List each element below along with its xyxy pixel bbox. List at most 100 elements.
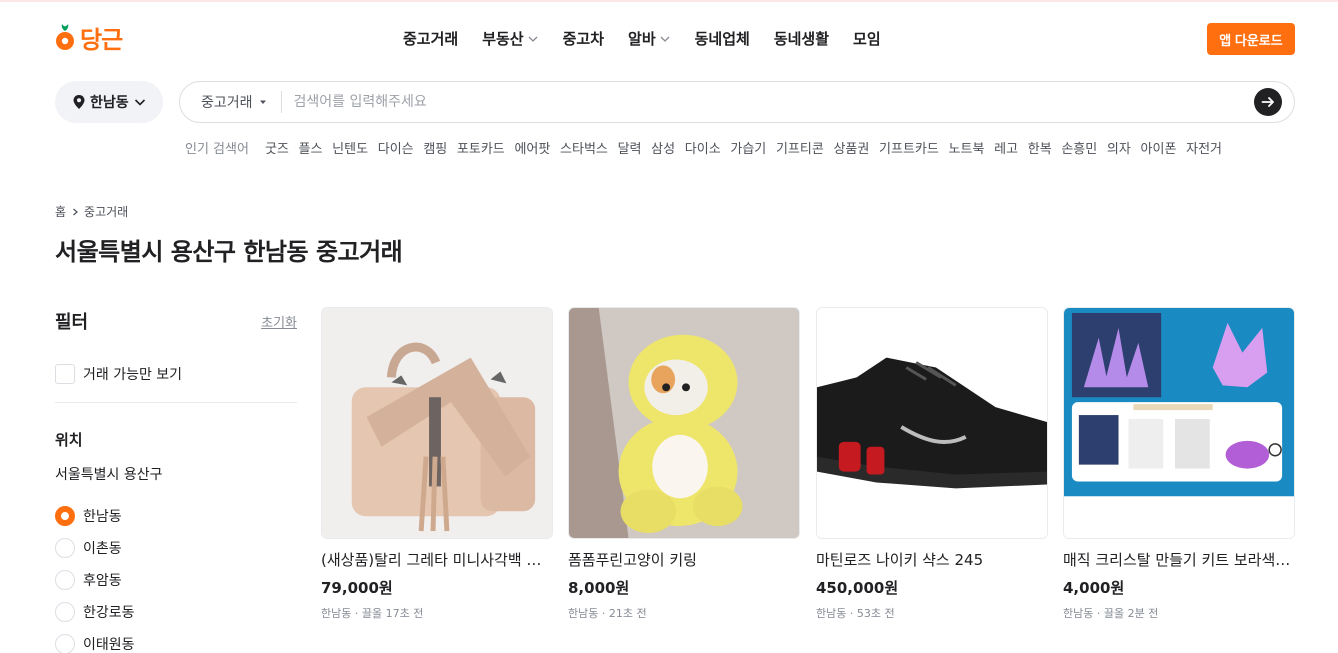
breadcrumb: 홈 중고거래 (55, 203, 128, 220)
product-title[interactable]: 마틴로즈 나이키 샥스 245 (816, 549, 1048, 570)
carrot-logo-icon (56, 23, 74, 50)
popular-keywords: 인기 검색어 굿즈 플스 닌텐도 다이슨 캠핑 포토카드 에어팟 스타벅스 달력… (185, 138, 1232, 157)
neighborhood-label: 한남동 (83, 509, 122, 525)
breadcrumb-home[interactable]: 홈 (55, 203, 66, 220)
breadcrumb-current[interactable]: 중고거래 (84, 203, 128, 220)
product-meta: 한남동 · 끌올 17초 전 (321, 607, 424, 620)
radio[interactable] (55, 538, 75, 558)
brand-logo[interactable]: 당근 (54, 20, 123, 55)
location-pin-icon (73, 95, 85, 109)
popular-keyword[interactable]: 자전거 (1186, 138, 1222, 157)
product-image[interactable] (816, 307, 1048, 539)
caret-down-icon (259, 100, 266, 104)
popular-keyword[interactable]: 다이슨 (378, 138, 414, 157)
handbag-image (322, 308, 552, 538)
search-category-select[interactable]: 중고거래 (180, 91, 282, 113)
available-only-checkbox[interactable] (55, 364, 75, 384)
nav-item-used-car[interactable]: 중고차 (563, 28, 604, 49)
neighborhood-label: 이촌동 (83, 541, 122, 557)
popular-keyword[interactable]: 캠핑 (423, 138, 447, 157)
divider (55, 402, 297, 403)
neighborhood-label: 이태원동 (83, 637, 135, 653)
radio-selected[interactable] (55, 506, 75, 526)
popular-keyword[interactable]: 포토카드 (457, 138, 505, 157)
search-bar: 중고거래 (179, 81, 1295, 123)
product-meta: 한남동 · 21초 전 (568, 607, 647, 620)
popular-keyword[interactable]: 손흥민 (1061, 138, 1097, 157)
popular-keyword[interactable]: 스타벅스 (560, 138, 608, 157)
product-image[interactable] (568, 307, 800, 539)
neighborhood-option[interactable]: 이태원동 (55, 628, 297, 653)
arrow-right-icon (1261, 97, 1274, 107)
product-card[interactable]: 폼폼푸린고양이 키링 8,000원 한남동 · 21초 전 (568, 307, 800, 621)
nav-label: 동네업체 (694, 30, 750, 48)
product-price: 8,000원 (568, 579, 630, 597)
nav-label: 중고거래 (403, 30, 459, 48)
nav-item-local-business[interactable]: 동네업체 (695, 28, 750, 49)
brand-name: 당근 (80, 26, 123, 54)
nav-item-used-trade[interactable]: 중고거래 (403, 28, 458, 49)
radio[interactable] (55, 634, 75, 653)
district-label: 서울특별시 용산구 (55, 467, 163, 483)
popular-keyword[interactable]: 플스 (299, 138, 323, 157)
product-price: 4,000원 (1063, 579, 1125, 597)
page-title: 서울특별시 용산구 한남동 중고거래 (55, 238, 403, 266)
popular-keyword[interactable]: 에어팟 (514, 138, 550, 157)
crystal-kit-image (1064, 308, 1294, 538)
product-image[interactable] (321, 307, 553, 539)
nav-label: 동네생활 (773, 30, 830, 48)
popular-keyword[interactable]: 아이폰 (1141, 138, 1177, 157)
app-download-button[interactable]: 앱 다운로드 (1207, 23, 1295, 55)
nav-item-local-life[interactable]: 동네생활 (774, 28, 829, 49)
nav-item-groups[interactable]: 모임 (853, 28, 881, 49)
popular-keywords-label: 인기 검색어 (185, 142, 249, 157)
popular-keyword[interactable]: 한복 (1028, 138, 1052, 157)
popular-keyword[interactable]: 기프트카드 (879, 138, 939, 157)
popular-keyword[interactable]: 삼성 (651, 138, 675, 157)
available-only-toggle[interactable]: 거래 가능만 보기 (55, 364, 297, 384)
location-label: 한남동 (90, 95, 129, 111)
location-selector[interactable]: 한남동 (55, 81, 163, 123)
popular-keyword[interactable]: 상품권 (833, 138, 869, 157)
filter-title: 필터 (55, 312, 89, 333)
popular-keyword[interactable]: 기프티콘 (776, 138, 824, 157)
neighborhood-option[interactable]: 한강로동 (55, 596, 297, 628)
filter-reset-link[interactable]: 초기화 (261, 312, 297, 331)
header: 당근 중고거래 부동산 중고차 알바 동네업체 동네생활 모임 앱 다운로드 (0, 0, 1338, 78)
neighborhood-option[interactable]: 이촌동 (55, 532, 297, 564)
nav-item-part-time[interactable]: 알바 (628, 28, 671, 49)
radio[interactable] (55, 602, 75, 622)
popular-keyword[interactable]: 노트북 (949, 138, 985, 157)
search-category-label: 중고거래 (201, 95, 253, 111)
location-section-title: 위치 (55, 431, 83, 449)
product-card[interactable]: 마틴로즈 나이키 샥스 245 450,000원 한남동 · 53초 전 (816, 307, 1048, 621)
product-card[interactable]: 매직 크리스탈 만들기 키트 보라색, 1개 4,000원 한남동 · 끌올 2… (1063, 307, 1295, 621)
neighborhood-label: 후암동 (83, 573, 122, 589)
radio[interactable] (55, 570, 75, 590)
popular-keyword[interactable]: 닌텐도 (332, 138, 368, 157)
popular-keyword[interactable]: 달력 (618, 138, 642, 157)
neighborhood-radio-list: 한남동 이촌동 후암동 한강로동 이태원동 (55, 500, 297, 653)
product-title[interactable]: (새상품)탈리 그레타 미니사각백 베이지 (321, 549, 553, 570)
product-card[interactable]: (새상품)탈리 그레타 미니사각백 베이지 79,000원 한남동 · 끌올 1… (321, 307, 553, 621)
chevron-down-icon (660, 36, 670, 42)
popular-keyword[interactable]: 다이소 (685, 138, 721, 157)
search-input[interactable] (281, 83, 1254, 121)
search-submit-button[interactable] (1254, 88, 1282, 116)
chevron-right-icon (73, 208, 78, 215)
product-title[interactable]: 매직 크리스탈 만들기 키트 보라색, 1개 (1063, 549, 1295, 570)
main-nav: 중고거래 부동산 중고차 알바 동네업체 동네생활 모임 (403, 28, 881, 49)
popular-keyword[interactable]: 레고 (994, 138, 1018, 157)
nav-label: 부동산 (482, 30, 524, 48)
product-price: 79,000원 (321, 579, 393, 597)
neighborhood-option[interactable]: 후암동 (55, 564, 297, 596)
popular-keyword[interactable]: 의자 (1107, 138, 1131, 157)
popular-keyword[interactable]: 굿즈 (265, 138, 289, 157)
product-title[interactable]: 폼폼푸린고양이 키링 (568, 549, 800, 570)
popular-keyword[interactable]: 가습기 (730, 138, 766, 157)
chevron-down-icon (528, 36, 538, 42)
nav-item-real-estate[interactable]: 부동산 (482, 28, 538, 49)
available-only-label: 거래 가능만 보기 (83, 367, 183, 383)
product-image[interactable] (1063, 307, 1295, 539)
neighborhood-option[interactable]: 한남동 (55, 500, 297, 532)
